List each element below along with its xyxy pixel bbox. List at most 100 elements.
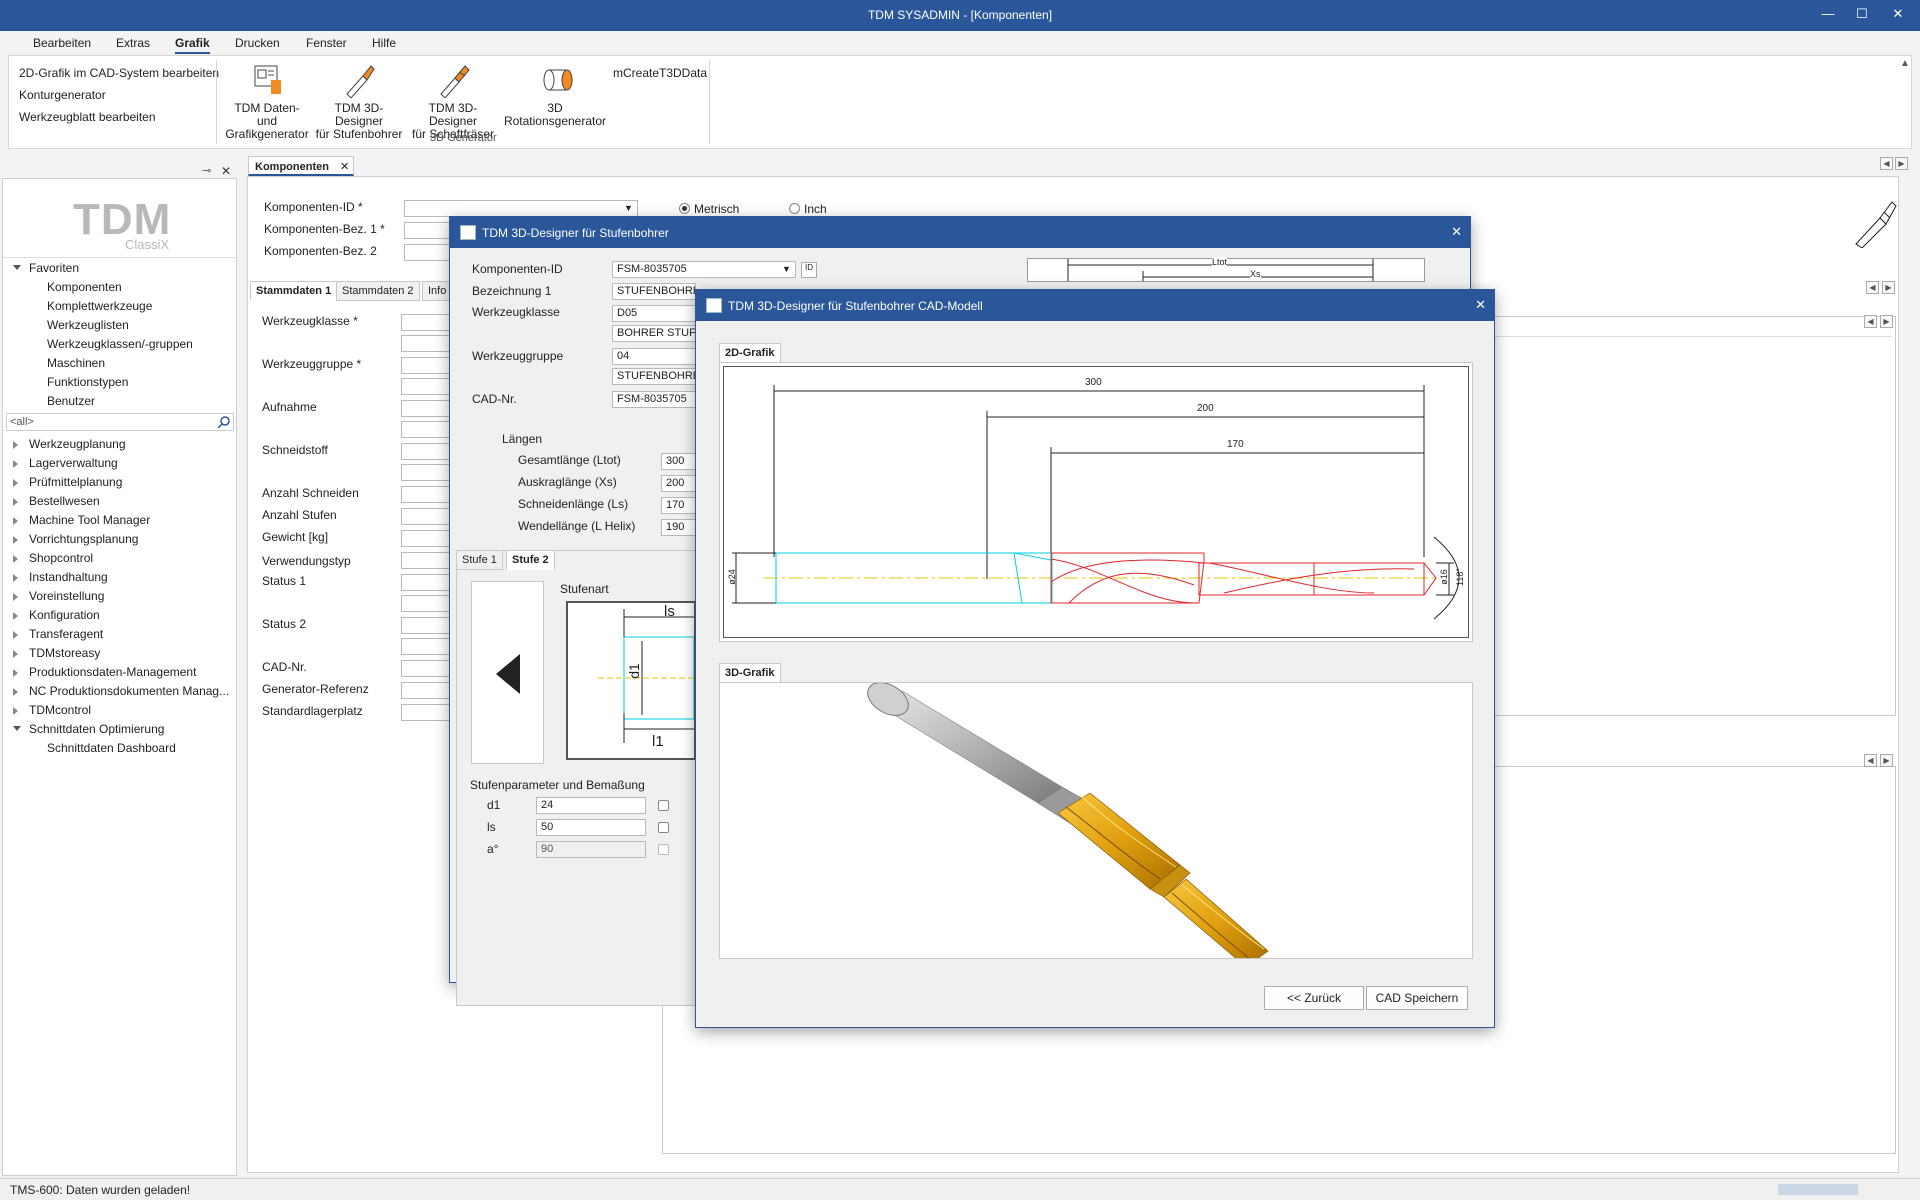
aufnahme-name-input[interactable] <box>401 421 451 438</box>
param-d1-checkbox[interactable] <box>658 800 669 811</box>
param-d1-input[interactable]: 24 <box>536 797 646 814</box>
scroll-left[interactable]: ◀ <box>1866 281 1879 294</box>
tree-search-input[interactable]: <all> <box>6 413 234 431</box>
expand-icon[interactable] <box>13 460 18 468</box>
close-window-button[interactable]: ✕ <box>1886 6 1910 22</box>
scroll-left[interactable]: ◀ <box>1864 754 1877 767</box>
tree-schnittdaten-optimierung[interactable]: Schnittdaten Optimierung <box>29 722 164 736</box>
ribbon-daten-grafikgenerator-button[interactable]: TDM Daten- und Grafikgenerator <box>223 62 311 141</box>
tree-transferagent[interactable]: Transferagent <box>29 627 103 641</box>
dlg1-cad-input[interactable]: FSM-8035705 <box>612 391 696 408</box>
tree-vorrichtungsplanung[interactable]: Vorrichtungsplanung <box>29 532 138 546</box>
ribbon-werkzeugblatt[interactable]: Werkzeugblatt bearbeiten <box>19 110 156 124</box>
ribbon-konturgenerator[interactable]: Konturgenerator <box>19 88 106 102</box>
tree-fav-funktionstypen[interactable]: Funktionstypen <box>47 375 128 389</box>
expand-icon[interactable] <box>13 574 18 582</box>
tree-tdmstoreasy[interactable]: TDMstoreasy <box>29 646 100 660</box>
tab-stufe1[interactable]: Stufe 1 <box>456 550 503 570</box>
menu-hilfe[interactable]: Hilfe <box>372 36 396 50</box>
dropdown-arrow-icon[interactable]: ▼ <box>782 264 791 274</box>
menu-drucken[interactable]: Drucken <box>235 36 280 50</box>
status1-input[interactable] <box>401 574 451 591</box>
ribbon-2d-grafik-cad[interactable]: 2D-Grafik im CAD-System bearbeiten <box>19 66 219 80</box>
wendellaenge-input[interactable]: 190 <box>661 519 697 536</box>
aufnahme-input[interactable] <box>401 400 451 417</box>
werkzeuggruppe-name-input[interactable] <box>401 378 451 395</box>
search-icon[interactable] <box>217 415 231 429</box>
gesamtlaenge-input[interactable]: 300 <box>661 453 697 470</box>
anzahl-stufen-input[interactable] <box>401 508 451 525</box>
werkzeuggruppe-input[interactable] <box>401 357 451 374</box>
3d-graphic-panel[interactable] <box>719 682 1473 959</box>
expand-icon[interactable] <box>13 265 21 270</box>
werkzeugklasse-input[interactable] <box>401 314 451 331</box>
generator-referenz-input[interactable] <box>401 682 451 699</box>
expand-icon[interactable] <box>13 479 18 487</box>
tree-lagerverwaltung[interactable]: Lagerverwaltung <box>29 456 118 470</box>
scroll-right[interactable]: ▶ <box>1880 315 1893 328</box>
expand-icon[interactable] <box>13 707 18 715</box>
tree-fav-werkzeugklassen[interactable]: Werkzeugklassen/-gruppen <box>47 337 193 351</box>
expand-icon[interactable] <box>13 650 18 658</box>
expand-icon[interactable] <box>13 669 18 677</box>
tree-fav-maschinen[interactable]: Maschinen <box>47 356 105 370</box>
param-a-checkbox[interactable] <box>658 844 669 855</box>
tab-stammdaten2[interactable]: Stammdaten 2 <box>336 281 420 301</box>
menu-fenster[interactable]: Fenster <box>306 36 347 50</box>
status2-name-input[interactable] <box>401 638 451 655</box>
dlg1-id-input[interactable]: FSM-8035705 <box>612 261 796 278</box>
dialog1-close-button[interactable]: ✕ <box>1451 224 1462 240</box>
tree-schnittdaten-dashboard[interactable]: Schnittdaten Dashboard <box>47 741 176 755</box>
dlg1-wg-code-input[interactable]: 04 <box>612 348 696 365</box>
tab-stufe2[interactable]: Stufe 2 <box>506 550 555 570</box>
tab-komponenten[interactable]: Komponenten ✕ <box>248 156 354 176</box>
status2-input[interactable] <box>401 617 451 634</box>
tree-produktionsdaten[interactable]: Produktionsdaten-Management <box>29 665 196 679</box>
tree-voreinstellung[interactable]: Voreinstellung <box>29 589 104 603</box>
ribbon-rotationsgenerator-button[interactable]: 3D Rotationsgenerator <box>503 62 607 128</box>
dlg1-wg-name-input[interactable]: STUFENBOHRER <box>612 368 696 385</box>
menu-extras[interactable]: Extras <box>116 36 150 50</box>
previous-stufe-button[interactable] <box>471 581 544 764</box>
radio-inch[interactable] <box>789 203 800 214</box>
param-ls-checkbox[interactable] <box>658 822 669 833</box>
dialog2-close-button[interactable]: ✕ <box>1475 297 1486 313</box>
tab-scroll-right[interactable]: ▶ <box>1895 157 1908 170</box>
komponenten-bez1-input[interactable] <box>404 222 454 239</box>
tree-bestellwesen[interactable]: Bestellwesen <box>29 494 100 508</box>
tree-werkzeugplanung[interactable]: Werkzeugplanung <box>29 437 126 451</box>
schneidstoff-name-input[interactable] <box>401 464 451 481</box>
expand-icon[interactable] <box>13 593 18 601</box>
tab-stammdaten1[interactable]: Stammdaten 1 <box>250 281 338 301</box>
scroll-right[interactable]: ▶ <box>1882 281 1895 294</box>
komponenten-id-input[interactable] <box>404 200 638 217</box>
close-panel-icon[interactable]: ✕ <box>221 164 231 178</box>
maximize-button[interactable]: ☐ <box>1850 6 1874 22</box>
verwendungstyp-input[interactable] <box>401 552 451 569</box>
tab-2d-grafik[interactable]: 2D-Grafik <box>719 343 781 363</box>
ribbon-mcreate-t3d[interactable]: mCreateT3DData <box>613 66 707 80</box>
tree-favoriten[interactable]: Favoriten <box>29 261 79 275</box>
scroll-left[interactable]: ◀ <box>1864 315 1877 328</box>
id-lookup-icon[interactable]: ID <box>801 262 817 278</box>
tab-scroll-left[interactable]: ◀ <box>1880 157 1893 170</box>
menu-bearbeiten[interactable]: Bearbeiten <box>33 36 91 50</box>
cad-speichern-button[interactable]: CAD Speichern <box>1366 986 1468 1010</box>
tree-machine-tool-manager[interactable]: Machine Tool Manager <box>29 513 150 527</box>
dlg1-wk-name-input[interactable]: BOHRER STUFE <box>612 325 696 342</box>
status1-name-input[interactable] <box>401 595 451 612</box>
tree-fav-komponenten[interactable]: Komponenten <box>47 280 122 294</box>
param-a-input[interactable]: 90 <box>536 841 646 858</box>
expand-icon[interactable] <box>13 555 18 563</box>
tree-nc-produktionsdokumente[interactable]: NC Produktionsdokumenten Manag... <box>29 684 229 698</box>
param-ls-input[interactable]: 50 <box>536 819 646 836</box>
tree-fav-werkzeuglisten[interactable]: Werkzeuglisten <box>47 318 129 332</box>
expand-icon[interactable] <box>13 536 18 544</box>
werkzeugklasse-name-input[interactable] <box>401 335 451 352</box>
expand-icon[interactable] <box>13 688 18 696</box>
expand-icon[interactable] <box>13 631 18 639</box>
tab-3d-grafik[interactable]: 3D-Grafik <box>719 663 781 683</box>
expand-icon[interactable] <box>13 498 18 506</box>
expand-icon[interactable] <box>13 441 18 449</box>
schneidenlaenge-input[interactable]: 170 <box>661 497 697 514</box>
